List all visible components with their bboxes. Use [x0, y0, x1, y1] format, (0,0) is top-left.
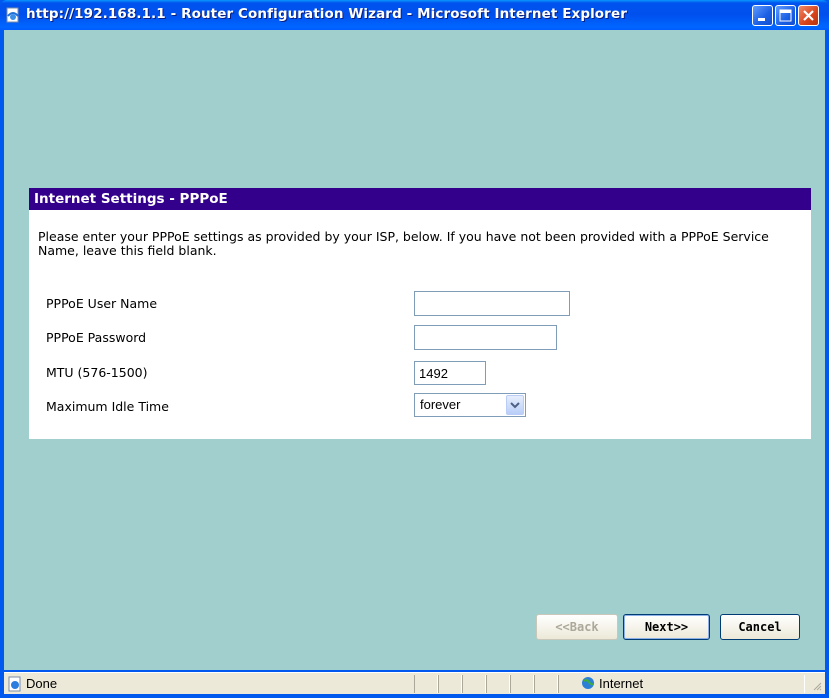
- ie-page-icon: [5, 7, 21, 23]
- maximize-icon: [779, 9, 792, 22]
- idle-time-value: forever: [420, 397, 461, 412]
- status-cell: [534, 675, 558, 693]
- instructions-text: Please enter your PPPoE settings as prov…: [38, 229, 769, 258]
- username-input[interactable]: [414, 291, 570, 316]
- close-icon: [803, 10, 814, 21]
- wizard-content: Internet Settings - PPPoE Please enter y…: [4, 30, 825, 670]
- window-title: http://192.168.1.1 - Router Configuratio…: [26, 6, 627, 22]
- status-cell: [462, 675, 486, 693]
- idle-time-select[interactable]: forever: [414, 393, 526, 417]
- status-bar: Done Internet: [4, 672, 825, 694]
- mtu-input[interactable]: [414, 361, 486, 385]
- next-button[interactable]: Next>>: [623, 614, 710, 640]
- password-label: PPPoE Password: [46, 330, 147, 345]
- section-header: Internet Settings - PPPoE: [29, 188, 811, 210]
- settings-panel: Please enter your PPPoE settings as prov…: [29, 210, 811, 439]
- zone-cell: Internet: [558, 675, 805, 693]
- resize-grip-icon[interactable]: [811, 680, 823, 692]
- chevron-down-icon[interactable]: [506, 395, 524, 415]
- cancel-button[interactable]: Cancel: [720, 614, 800, 640]
- ie-page-icon: [7, 676, 23, 692]
- minimize-button[interactable]: [752, 5, 773, 26]
- title-bar[interactable]: http://192.168.1.1 - Router Configuratio…: [0, 0, 829, 30]
- close-button[interactable]: [798, 5, 819, 26]
- status-cell: [414, 675, 438, 693]
- zone-text: Internet: [599, 676, 644, 691]
- ie-window: http://192.168.1.1 - Router Configuratio…: [0, 0, 829, 698]
- status-text: Done: [26, 676, 58, 691]
- status-cell: [486, 675, 510, 693]
- globe-icon: [581, 676, 595, 690]
- status-cell: [510, 675, 534, 693]
- back-button[interactable]: <<Back: [536, 614, 618, 640]
- maximize-button[interactable]: [775, 5, 796, 26]
- minimize-icon: [758, 18, 765, 21]
- password-input[interactable]: [414, 325, 557, 350]
- status-cell: [438, 675, 462, 693]
- idle-time-label: Maximum Idle Time: [46, 399, 169, 414]
- mtu-label: MTU (576-1500): [46, 365, 148, 380]
- username-label: PPPoE User Name: [46, 296, 158, 311]
